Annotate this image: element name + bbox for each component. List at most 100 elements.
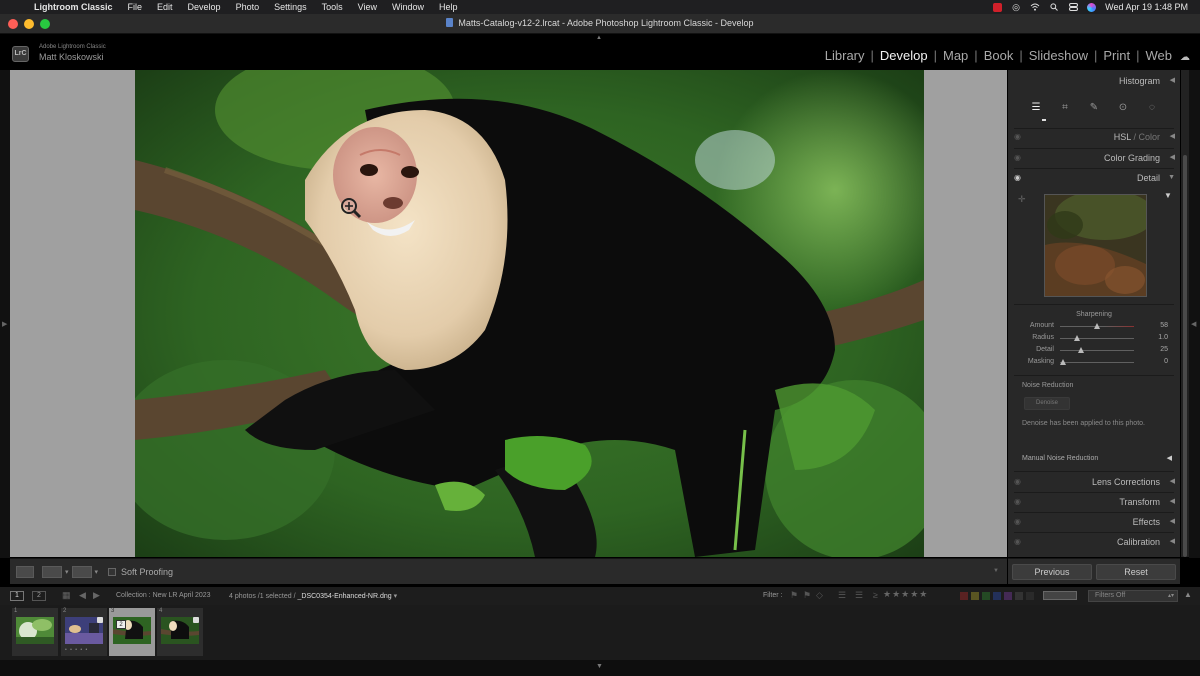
toolbar-options-icon[interactable]: ▼ [993, 568, 999, 574]
cloud-sync-icon[interactable]: ☁ [1180, 52, 1190, 63]
target-crosshair-icon[interactable]: ✛ [1018, 194, 1026, 205]
panel-visibility-eye-icon[interactable]: ◉ [1014, 532, 1021, 552]
top-panel-toggle-icon[interactable]: ▲ [596, 35, 602, 41]
slider-knob[interactable] [1074, 335, 1081, 341]
calibration-header[interactable]: ◉ Calibration ◀ [1008, 532, 1180, 552]
color-grading-header[interactable]: ◉ Color Grading ◀ [1008, 148, 1180, 168]
panel-visibility-eye-icon[interactable]: ◉ [1014, 492, 1021, 512]
module-slideshow[interactable]: Slideshow [1029, 48, 1088, 63]
panel-visibility-eye-icon[interactable]: ◉ [1014, 512, 1021, 532]
denoise-button[interactable]: Denoise [1024, 397, 1070, 410]
preview-options-icon[interactable]: ▼ [1164, 191, 1172, 200]
manual-noise-reduction-toggle[interactable]: Manual Noise Reduction ◀ [1022, 455, 1172, 462]
edited-filter-icon[interactable]: ☰ [838, 590, 846, 601]
sharpening-radius-slider[interactable]: Radius 1.0 [1008, 333, 1180, 345]
panel-visibility-eye-icon[interactable]: ◉ [1014, 472, 1021, 492]
copy-settings-icon[interactable] [71, 565, 92, 578]
slider-value[interactable]: 58 [1160, 322, 1168, 329]
before-after-dropdown-icon[interactable]: ▾ [65, 568, 69, 576]
right-panel-scrollbar[interactable] [1181, 70, 1189, 557]
menu-tools[interactable]: Tools [322, 2, 343, 12]
loupe-view-icon[interactable] [16, 565, 34, 578]
control-center-icon[interactable] [1068, 3, 1078, 12]
slider-knob[interactable] [1077, 347, 1084, 353]
slider-value[interactable]: 25 [1160, 346, 1168, 353]
panel-visibility-eye-icon[interactable]: ◉ [1014, 127, 1021, 147]
unflagged-filter-icon[interactable]: ◇ [816, 590, 823, 601]
masking-icon[interactable]: ◌ [1146, 102, 1158, 114]
sharpening-detail-slider[interactable]: Detail 25 [1008, 345, 1180, 357]
collection-path[interactable]: Collection : New LR April 2023 [116, 592, 211, 599]
detail-preview-image[interactable] [1044, 194, 1147, 297]
module-map[interactable]: Map [943, 48, 968, 63]
slider-value[interactable]: 1.0 [1158, 334, 1168, 341]
left-panel-collapsed[interactable]: ▶ [0, 70, 10, 558]
filmstrip-thumbnail[interactable]: 4 [157, 608, 203, 656]
hsl-color-header[interactable]: ◉ HSL / Color ◀ [1008, 127, 1180, 147]
image-canvas[interactable] [10, 70, 1007, 557]
menu-settings[interactable]: Settings [274, 2, 307, 12]
filmstrip-thumbnail[interactable]: 1 [12, 608, 58, 656]
edit-sliders-icon[interactable]: ☰ [1030, 102, 1042, 114]
wifi-icon[interactable] [1030, 3, 1040, 12]
rating-operator-icon[interactable]: ≥ [873, 590, 878, 600]
slider-value[interactable]: 0 [1164, 358, 1168, 365]
reject-filter-icon[interactable]: ⚑ [803, 590, 811, 601]
spotlight-search-icon[interactable] [1049, 3, 1059, 12]
panel-visibility-eye-icon[interactable]: ◉ [1014, 148, 1021, 168]
right-panel-toggle-icon[interactable]: ◀ [1191, 320, 1196, 328]
histogram-header[interactable]: Histogram ◀ [1008, 71, 1180, 91]
slider-track[interactable] [1060, 338, 1134, 339]
menu-file[interactable]: File [128, 2, 143, 12]
module-web[interactable]: Web [1146, 48, 1173, 63]
menu-develop[interactable]: Develop [188, 2, 221, 12]
menu-clock[interactable]: Wed Apr 19 1:48 PM [1105, 2, 1188, 12]
effects-header[interactable]: ◉ Effects ◀ [1008, 512, 1180, 532]
bottom-panel-toggle[interactable]: ▼ [0, 660, 1200, 676]
rating-filter-stars[interactable]: ★★★★★ [883, 589, 928, 600]
reset-button[interactable]: Reset [1096, 564, 1176, 580]
right-edge[interactable]: ◀ [1189, 70, 1200, 558]
secondary-display-button[interactable]: 2 [32, 591, 46, 601]
module-develop[interactable]: Develop [880, 48, 928, 63]
filter-preset-dropdown[interactable]: Filters Off ▴▾ [1088, 590, 1178, 602]
unedited-filter-icon[interactable]: ☰ [855, 590, 863, 601]
photo-monkey[interactable] [135, 70, 924, 557]
menu-view[interactable]: View [358, 2, 377, 12]
flag-filter-icon[interactable]: ⚑ [790, 590, 798, 601]
previous-button[interactable]: Previous [1012, 564, 1092, 580]
menu-photo[interactable]: Photo [236, 2, 260, 12]
module-print[interactable]: Print [1103, 48, 1130, 63]
primary-display-button[interactable]: 1 [10, 591, 24, 601]
yellow-label-filter[interactable] [971, 592, 979, 600]
lens-corrections-header[interactable]: ◉ Lens Corrections ◀ [1008, 472, 1180, 492]
slider-track[interactable] [1060, 350, 1134, 351]
menu-app-name[interactable]: Lightroom Classic [34, 2, 113, 12]
app-status-icon[interactable] [993, 2, 1003, 12]
panel-visibility-eye-icon[interactable]: ◉ [1014, 168, 1021, 188]
menu-help[interactable]: Help [439, 2, 458, 12]
healing-icon[interactable]: ✎ [1088, 102, 1100, 114]
grid-view-icon[interactable]: ▦ [62, 590, 71, 601]
siri-icon[interactable] [1087, 2, 1097, 12]
crop-icon[interactable]: ⌗ [1059, 102, 1071, 114]
forward-arrow-icon[interactable]: ▶ [93, 590, 100, 601]
before-after-view-icon[interactable] [42, 565, 62, 578]
blue-label-filter[interactable] [993, 592, 1001, 600]
scrollbar-thumb[interactable] [1183, 155, 1187, 557]
module-library[interactable]: Library [825, 48, 865, 63]
detail-header[interactable]: ◉ Detail ▼ [1008, 168, 1180, 188]
slider-track[interactable] [1060, 362, 1134, 363]
red-label-filter[interactable] [960, 592, 968, 600]
filmstrip-thumbnail[interactable]: 2 • • • • • [61, 608, 107, 656]
no-label-filter[interactable] [1026, 592, 1034, 600]
filmstrip-thumbnail-selected[interactable]: 3 2 [109, 608, 155, 656]
slider-knob[interactable] [1094, 323, 1100, 329]
creative-cloud-icon[interactable]: ◎ [1011, 2, 1021, 12]
bottom-panel-toggle-icon[interactable]: ▼ [596, 663, 603, 670]
back-arrow-icon[interactable]: ◀ [79, 590, 86, 601]
slider-knob[interactable] [1059, 359, 1066, 365]
thumbnail-image[interactable] [16, 617, 54, 644]
selection-info[interactable]: 4 photos /1 selected / _DSC0354-Enhanced… [229, 592, 397, 600]
custom-label-filter[interactable] [1015, 592, 1023, 600]
